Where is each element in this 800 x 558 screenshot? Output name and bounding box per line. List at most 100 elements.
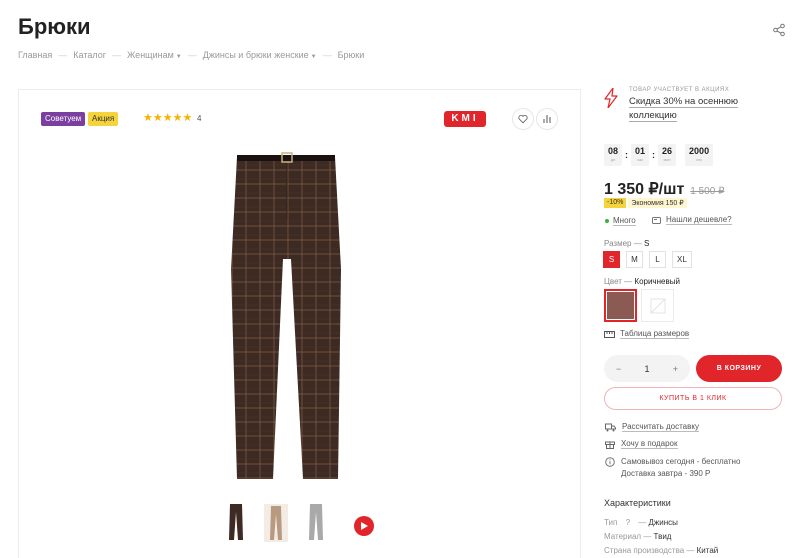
brand-logo[interactable]: KMI <box>444 111 486 127</box>
help-icon[interactable]: ? <box>626 518 630 527</box>
gift-label: Хочу в подарок <box>621 439 678 449</box>
characteristic-row: Тип ? — Джинсы <box>604 518 678 527</box>
timer-hours-value: 01 <box>635 146 646 156</box>
characteristic-row: Материал — Твид <box>604 532 672 541</box>
thumbnail-2[interactable] <box>264 504 288 542</box>
stock-dot-icon <box>605 219 609 223</box>
pants-icon <box>264 504 288 542</box>
quantity-decrease-button[interactable]: − <box>616 364 621 374</box>
discount-info: -10% Экономия 150 ₽ <box>604 198 687 208</box>
stock-status: Много <box>605 216 636 226</box>
timer-hours-label: час <box>636 157 644 162</box>
add-to-cart-button[interactable]: В КОРЗИНУ <box>696 355 782 382</box>
delivery-info-text: Самовывоз сегодня - бесплатно Доставка з… <box>621 456 740 480</box>
compare-icon <box>543 115 551 123</box>
countdown-timer: 08дн : 01час : 26мин : 2000сек <box>604 144 714 166</box>
breadcrumb-catalog[interactable]: Каталог <box>73 50 106 60</box>
lightning-icon <box>604 88 618 108</box>
gift-link[interactable]: Хочу в подарок <box>605 439 678 449</box>
rating-count: 4 <box>197 114 202 123</box>
promo-link[interactable]: Скидка 30% на осеннюю коллекцию <box>629 95 749 123</box>
breadcrumb-jeans-label: Джинсы и брюки женские <box>202 50 309 60</box>
product-image[interactable] <box>225 149 345 489</box>
color-dash: — <box>624 277 633 286</box>
discount-percent: -10% <box>604 198 627 208</box>
size-option-xl[interactable]: XL <box>672 251 692 268</box>
breadcrumb-separator: — <box>111 50 121 60</box>
badge-recommended: Советуем <box>41 112 86 126</box>
ruler-icon <box>604 330 615 338</box>
breadcrumb-current: Брюки <box>337 50 365 60</box>
quantity-increase-button[interactable]: + <box>673 364 678 374</box>
promo-kicker: ТОВАР УЧАСТВУЕТ В АКЦИЯХ <box>629 87 730 93</box>
caret-down-icon: ▼ <box>175 54 182 60</box>
pants-icon <box>309 504 323 540</box>
timer-minutes-value: 26 <box>662 146 673 156</box>
heart-icon <box>518 114 528 124</box>
size-selected: S <box>643 239 650 248</box>
price-current: 1 350 ₽/шт <box>604 181 685 198</box>
timer-minutes-label: мин <box>663 157 671 162</box>
promo-link-text: Скидка 30% на осеннюю коллекцию <box>629 96 739 122</box>
color-selector <box>604 289 674 322</box>
characteristic-name: Страна производства <box>604 546 685 555</box>
thumbnail-3[interactable] <box>304 504 328 542</box>
found-cheaper-link[interactable]: Нашли дешевле? <box>652 215 732 225</box>
color-swatch-none[interactable] <box>641 289 674 322</box>
timer-minutes: 26 мин <box>658 144 677 166</box>
gift-icon <box>605 441 615 449</box>
size-option-s[interactable]: S <box>603 251 620 268</box>
thumbnail-1[interactable] <box>224 504 248 542</box>
thumbnail-strip <box>224 504 374 542</box>
caret-down-icon: ▼ <box>310 54 317 60</box>
color-label: Цвет <box>604 277 622 286</box>
found-cheaper-label: Нашли дешевле? <box>666 215 732 225</box>
page-title: Брюки <box>18 14 91 39</box>
characteristic-row: Страна производства — Китай <box>604 546 719 555</box>
color-selected: Коричневый <box>634 277 680 286</box>
rating-stars[interactable]: ★★★★★ <box>143 111 192 124</box>
timer-seconds-value: 2000 <box>689 146 710 156</box>
size-dash: — <box>633 239 642 248</box>
breadcrumb-home[interactable]: Главная <box>18 50 52 60</box>
no-image-icon <box>650 298 665 313</box>
size-option-m[interactable]: M <box>626 251 643 268</box>
color-swatch-fill <box>607 292 634 319</box>
characteristic-value: Твид <box>653 532 672 541</box>
timer-days-value: 08 <box>608 146 619 156</box>
breadcrumb-separator: — <box>58 50 68 60</box>
breadcrumb-separator: — <box>187 50 197 60</box>
share-icon[interactable] <box>772 23 786 37</box>
quantity-value[interactable]: 1 <box>644 364 649 374</box>
discount-savings: Экономия 150 ₽ <box>628 198 687 208</box>
size-table-label: Таблица размеров <box>620 329 690 339</box>
size-selector: S M L XL <box>603 251 692 268</box>
truck-icon <box>605 423 616 431</box>
timer-colon: : <box>679 150 682 160</box>
timer-hours: 01 час <box>631 144 650 166</box>
breadcrumb-separator: — <box>322 50 332 60</box>
breadcrumb-jeans[interactable]: Джинсы и брюки женские ▼ <box>203 50 317 60</box>
badge-sale: Акция <box>88 112 119 126</box>
play-icon <box>360 522 368 530</box>
size-label: Размер <box>604 239 632 248</box>
calc-delivery-link[interactable]: Рассчитать доставку <box>605 422 699 432</box>
video-play-button[interactable] <box>354 516 374 536</box>
quantity-stepper: − 1 + <box>604 355 690 382</box>
calc-delivery-label: Рассчитать доставку <box>622 422 699 432</box>
buy-one-click-button[interactable]: КУПИТЬ В 1 КЛИК <box>604 387 782 410</box>
breadcrumb-women[interactable]: Женщинам ▼ <box>127 50 182 60</box>
characteristic-value: Китай <box>696 546 719 555</box>
stock-status-label: Много <box>613 216 636 226</box>
size-option-l[interactable]: L <box>649 251 666 268</box>
compare-button[interactable] <box>536 108 558 130</box>
favorite-button[interactable] <box>512 108 534 130</box>
color-swatch-brown[interactable] <box>604 289 637 322</box>
characteristic-name: Тип <box>604 518 618 527</box>
size-table-link[interactable]: Таблица размеров <box>604 329 690 339</box>
breadcrumb: Главная — Каталог — Женщинам ▼ — Джинсы и… <box>18 50 364 60</box>
color-label-row: Цвет — Коричневый <box>604 277 680 286</box>
pickup-info: Самовывоз сегодня - бесплатно <box>621 457 741 466</box>
delivery-info: Самовывоз сегодня - бесплатно Доставка з… <box>605 456 740 480</box>
price-block: 1 350 ₽/шт 1 500 ₽ <box>604 179 724 199</box>
